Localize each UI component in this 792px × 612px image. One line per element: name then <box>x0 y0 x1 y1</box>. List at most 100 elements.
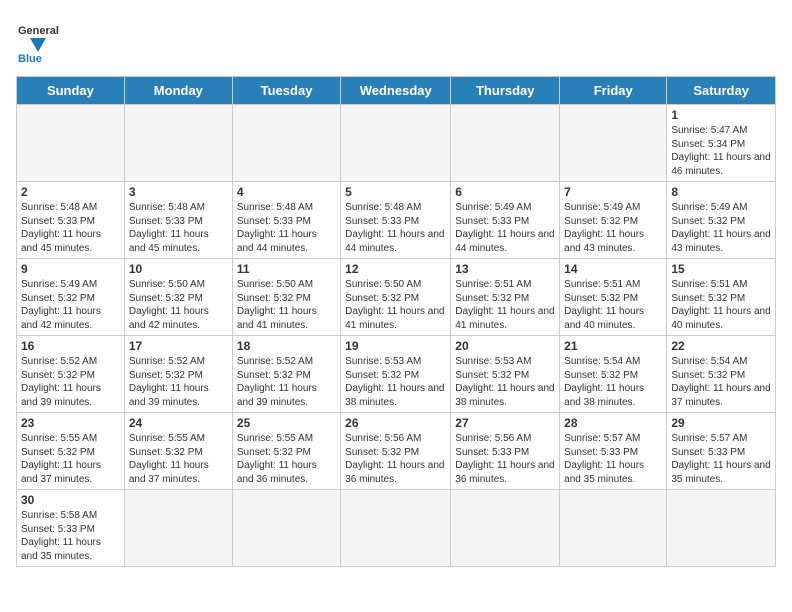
cell-info: Sunrise: 5:50 AM Sunset: 5:32 PM Dayligh… <box>129 278 228 332</box>
calendar-cell: 29 Sunrise: 5:57 AM Sunset: 5:33 PM Dayli… <box>667 413 776 490</box>
cell-info: Sunrise: 5:52 AM Sunset: 5:32 PM Dayligh… <box>21 355 120 409</box>
calendar-week-row: 9Sunrise: 5:49 AM Sunset: 5:32 PM Daylig… <box>17 259 776 336</box>
cell-info: Sunrise: 5:55 AM Sunset: 5:32 PM Dayligh… <box>129 432 228 486</box>
day-number: 22 <box>671 339 771 353</box>
calendar-header-row: SundayMondayTuesdayWednesdayThursdayFrid… <box>17 77 776 105</box>
calendar-table: SundayMondayTuesdayWednesdayThursdayFrid… <box>16 76 776 567</box>
calendar-cell: 7 Sunrise: 5:49 AM Sunset: 5:32 PM Daylig… <box>560 182 667 259</box>
cell-info: Sunrise: 5:55 AM Sunset: 5:32 PM Dayligh… <box>237 432 336 486</box>
calendar-cell <box>232 105 340 182</box>
calendar-cell: 2Sunrise: 5:48 AM Sunset: 5:33 PM Daylig… <box>17 182 125 259</box>
calendar-cell: 21Sunrise: 5:54 AM Sunset: 5:32 PM Dayli… <box>560 336 667 413</box>
cell-info: Sunrise: 5:56 AM Sunset: 5:32 PM Dayligh… <box>345 432 446 486</box>
day-number: 26 <box>345 416 446 430</box>
calendar-cell: 26 Sunrise: 5:56 AM Sunset: 5:32 PM Dayli… <box>341 413 451 490</box>
day-number: 16 <box>21 339 120 353</box>
calendar-day-header: Sunday <box>17 77 125 105</box>
cell-info: Sunrise: 5:49 AM Sunset: 5:33 PM Dayligh… <box>455 201 555 255</box>
calendar-cell: 12Sunrise: 5:50 AM Sunset: 5:32 PM Dayli… <box>341 259 451 336</box>
calendar-cell: 3 Sunrise: 5:48 AM Sunset: 5:33 PM Daylig… <box>124 182 232 259</box>
logo: General Blue <box>16 16 64 64</box>
calendar-cell: 23 Sunrise: 5:55 AM Sunset: 5:32 PM Dayli… <box>17 413 125 490</box>
calendar-cell: 22 Sunrise: 5:54 AM Sunset: 5:32 PM Dayli… <box>667 336 776 413</box>
day-number: 19 <box>345 339 446 353</box>
calendar-day-header: Thursday <box>451 77 560 105</box>
calendar-cell <box>341 105 451 182</box>
cell-info: Sunrise: 5:48 AM Sunset: 5:33 PM Dayligh… <box>237 201 336 255</box>
calendar-cell: 20 Sunrise: 5:53 AM Sunset: 5:32 PM Dayli… <box>451 336 560 413</box>
cell-info: Sunrise: 5:56 AM Sunset: 5:33 PM Dayligh… <box>455 432 555 486</box>
calendar-week-row: 23 Sunrise: 5:55 AM Sunset: 5:32 PM Dayli… <box>17 413 776 490</box>
calendar-cell: 6 Sunrise: 5:49 AM Sunset: 5:33 PM Daylig… <box>451 182 560 259</box>
calendar-cell: 16 Sunrise: 5:52 AM Sunset: 5:32 PM Dayli… <box>17 336 125 413</box>
calendar-cell <box>124 105 232 182</box>
calendar-cell <box>341 490 451 567</box>
calendar-cell: 27 Sunrise: 5:56 AM Sunset: 5:33 PM Dayli… <box>451 413 560 490</box>
day-number: 30 <box>21 493 120 507</box>
cell-info: Sunrise: 5:48 AM Sunset: 5:33 PM Dayligh… <box>21 201 120 255</box>
day-number: 10 <box>129 262 228 276</box>
cell-info: Sunrise: 5:48 AM Sunset: 5:33 PM Dayligh… <box>129 201 228 255</box>
cell-info: Sunrise: 5:49 AM Sunset: 5:32 PM Dayligh… <box>564 201 662 255</box>
day-number: 6 <box>455 185 555 199</box>
calendar-cell: 1 Sunrise: 5:47 AM Sunset: 5:34 PM Daylig… <box>667 105 776 182</box>
calendar-cell: 19 Sunrise: 5:53 AM Sunset: 5:32 PM Dayli… <box>341 336 451 413</box>
day-number: 8 <box>671 185 771 199</box>
day-number: 13 <box>455 262 555 276</box>
day-number: 4 <box>237 185 336 199</box>
cell-info: Sunrise: 5:53 AM Sunset: 5:32 PM Dayligh… <box>455 355 555 409</box>
page-header: General Blue <box>16 16 776 64</box>
calendar-cell: 17Sunrise: 5:52 AM Sunset: 5:32 PM Dayli… <box>124 336 232 413</box>
calendar-cell <box>451 490 560 567</box>
calendar-cell: 4 Sunrise: 5:48 AM Sunset: 5:33 PM Daylig… <box>232 182 340 259</box>
day-number: 18 <box>237 339 336 353</box>
calendar-week-row: 2Sunrise: 5:48 AM Sunset: 5:33 PM Daylig… <box>17 182 776 259</box>
cell-info: Sunrise: 5:47 AM Sunset: 5:34 PM Dayligh… <box>671 124 771 178</box>
cell-info: Sunrise: 5:51 AM Sunset: 5:32 PM Dayligh… <box>671 278 771 332</box>
day-number: 1 <box>671 108 771 122</box>
day-number: 27 <box>455 416 555 430</box>
cell-info: Sunrise: 5:55 AM Sunset: 5:32 PM Dayligh… <box>21 432 120 486</box>
cell-info: Sunrise: 5:53 AM Sunset: 5:32 PM Dayligh… <box>345 355 446 409</box>
cell-info: Sunrise: 5:49 AM Sunset: 5:32 PM Dayligh… <box>21 278 120 332</box>
calendar-day-header: Tuesday <box>232 77 340 105</box>
day-number: 3 <box>129 185 228 199</box>
cell-info: Sunrise: 5:57 AM Sunset: 5:33 PM Dayligh… <box>564 432 662 486</box>
day-number: 12 <box>345 262 446 276</box>
day-number: 15 <box>671 262 771 276</box>
calendar-cell: 13 Sunrise: 5:51 AM Sunset: 5:32 PM Dayli… <box>451 259 560 336</box>
cell-info: Sunrise: 5:54 AM Sunset: 5:32 PM Dayligh… <box>671 355 771 409</box>
calendar-day-header: Wednesday <box>341 77 451 105</box>
calendar-body: 1 Sunrise: 5:47 AM Sunset: 5:34 PM Daylig… <box>17 105 776 567</box>
day-number: 7 <box>564 185 662 199</box>
day-number: 28 <box>564 416 662 430</box>
calendar-cell: 18Sunrise: 5:52 AM Sunset: 5:32 PM Dayli… <box>232 336 340 413</box>
day-number: 20 <box>455 339 555 353</box>
calendar-week-row: 30 Sunrise: 5:58 AM Sunset: 5:33 PM Dayli… <box>17 490 776 567</box>
calendar-cell <box>232 490 340 567</box>
calendar-cell <box>560 105 667 182</box>
day-number: 23 <box>21 416 120 430</box>
calendar-cell: 9Sunrise: 5:49 AM Sunset: 5:32 PM Daylig… <box>17 259 125 336</box>
cell-info: Sunrise: 5:58 AM Sunset: 5:33 PM Dayligh… <box>21 509 120 563</box>
day-number: 5 <box>345 185 446 199</box>
calendar-cell: 5 Sunrise: 5:48 AM Sunset: 5:33 PM Daylig… <box>341 182 451 259</box>
day-number: 14 <box>564 262 662 276</box>
calendar-cell <box>17 105 125 182</box>
day-number: 29 <box>671 416 771 430</box>
calendar-week-row: 16 Sunrise: 5:52 AM Sunset: 5:32 PM Dayli… <box>17 336 776 413</box>
day-number: 21 <box>564 339 662 353</box>
calendar-cell: 14 Sunrise: 5:51 AM Sunset: 5:32 PM Dayli… <box>560 259 667 336</box>
cell-info: Sunrise: 5:51 AM Sunset: 5:32 PM Dayligh… <box>455 278 555 332</box>
calendar-cell <box>667 490 776 567</box>
calendar-cell: 8 Sunrise: 5:49 AM Sunset: 5:32 PM Daylig… <box>667 182 776 259</box>
cell-info: Sunrise: 5:57 AM Sunset: 5:33 PM Dayligh… <box>671 432 771 486</box>
cell-info: Sunrise: 5:49 AM Sunset: 5:32 PM Dayligh… <box>671 201 771 255</box>
calendar-cell: 15 Sunrise: 5:51 AM Sunset: 5:32 PM Dayli… <box>667 259 776 336</box>
logo-svg: General Blue <box>16 16 64 64</box>
calendar-cell: 25Sunrise: 5:55 AM Sunset: 5:32 PM Dayli… <box>232 413 340 490</box>
calendar-cell: 28 Sunrise: 5:57 AM Sunset: 5:33 PM Dayli… <box>560 413 667 490</box>
cell-info: Sunrise: 5:48 AM Sunset: 5:33 PM Dayligh… <box>345 201 446 255</box>
calendar-day-header: Monday <box>124 77 232 105</box>
cell-info: Sunrise: 5:51 AM Sunset: 5:32 PM Dayligh… <box>564 278 662 332</box>
